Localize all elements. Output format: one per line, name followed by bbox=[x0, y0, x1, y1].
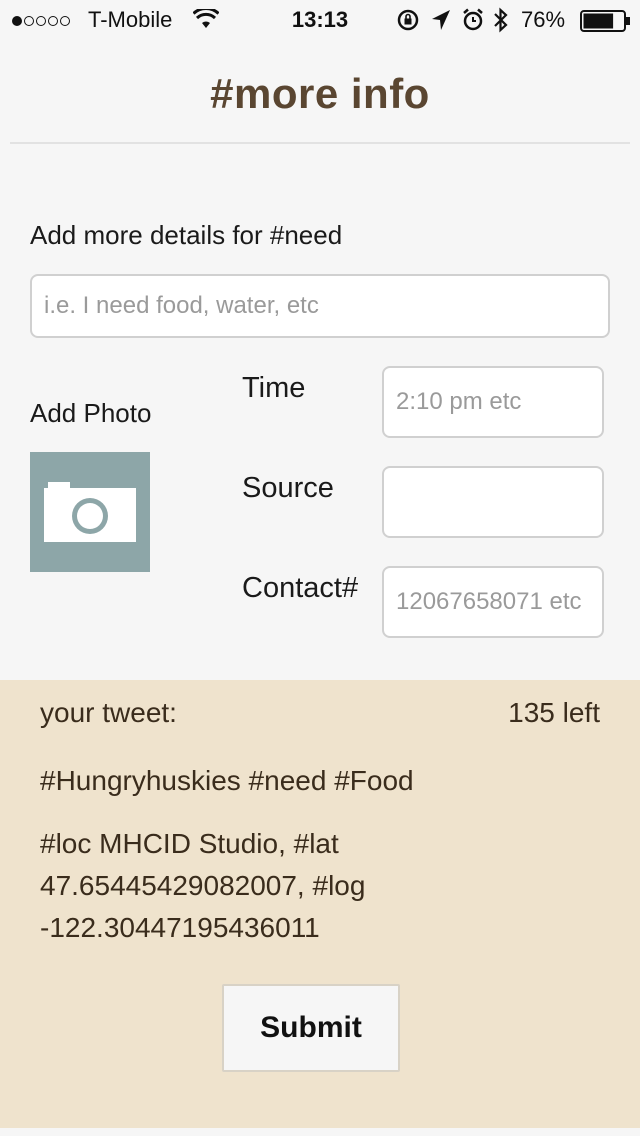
tweet-location-line: #loc MHCID Studio, #lat bbox=[40, 828, 339, 859]
tweet-longitude-line: -122.30447195436011 bbox=[40, 912, 320, 943]
header-divider bbox=[10, 142, 630, 144]
submit-button[interactable]: Submit bbox=[222, 984, 400, 1072]
details-input[interactable] bbox=[30, 274, 610, 338]
tweet-hashtags: #Hungryhuskies #need #Food bbox=[40, 765, 414, 796]
time-label: Time bbox=[242, 372, 306, 404]
rotation-lock-icon bbox=[396, 8, 420, 37]
contact-label: Contact# bbox=[242, 572, 359, 604]
tweet-latitude-line: 47.65445429082007, #log bbox=[40, 870, 366, 901]
add-photo-label: Add Photo bbox=[30, 398, 152, 428]
characters-left: 135 left bbox=[508, 697, 600, 728]
bluetooth-icon bbox=[493, 6, 509, 39]
time-input[interactable] bbox=[382, 366, 604, 438]
camera-icon bbox=[44, 482, 136, 542]
details-label: Add more details for #need bbox=[30, 220, 343, 250]
status-bar: T-Mobile 13:13 76% bbox=[0, 0, 640, 40]
alarm-icon bbox=[462, 8, 484, 37]
page-title: #more info bbox=[210, 70, 430, 117]
tweet-label: your tweet: bbox=[40, 697, 177, 728]
location-arrow-icon bbox=[431, 9, 451, 36]
add-photo-button[interactable] bbox=[30, 452, 150, 572]
battery-icon bbox=[580, 10, 632, 37]
source-input[interactable] bbox=[382, 466, 604, 538]
source-label: Source bbox=[242, 472, 334, 504]
battery-percent: 76% bbox=[521, 7, 566, 32]
contact-input[interactable] bbox=[382, 566, 604, 638]
